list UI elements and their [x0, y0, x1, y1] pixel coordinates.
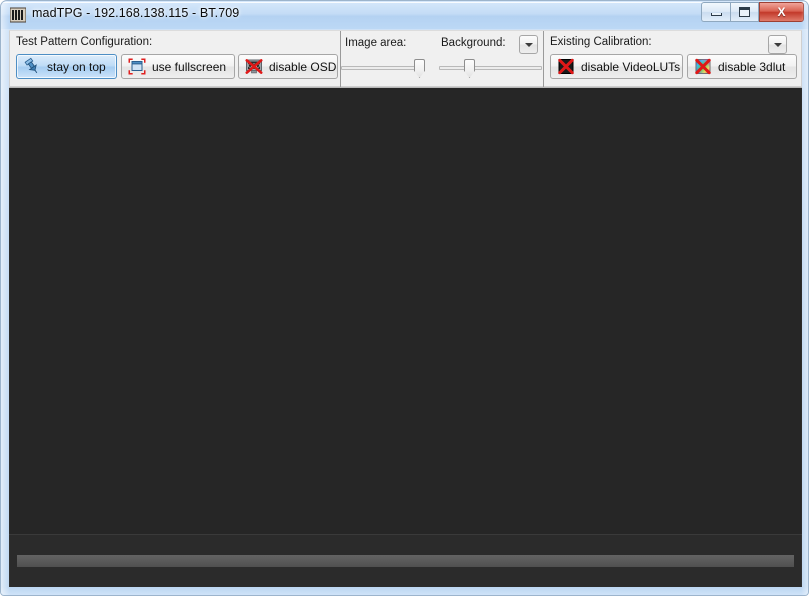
minimize-button[interactable]: [701, 2, 730, 22]
madtpg-window: madTPG - 192.168.138.115 - BT.709 X Test…: [0, 0, 809, 596]
background-slider[interactable]: [439, 58, 542, 78]
background-label: Background:: [441, 37, 506, 49]
title-bar[interactable]: madTPG - 192.168.138.115 - BT.709 X: [1, 1, 808, 29]
stay-on-top-label: stay on top: [47, 59, 106, 74]
minimize-icon: [710, 13, 722, 16]
toolbar: Test Pattern Configuration: stay on top: [9, 30, 802, 88]
background-dropdown-button[interactable]: [519, 35, 538, 54]
use-fullscreen-button[interactable]: use fullscreen: [121, 54, 235, 79]
signal-level-bar[interactable]: [17, 555, 794, 567]
osd-disabled-icon: OSD: [244, 57, 264, 76]
disable-osd-button[interactable]: OSD disable OSD: [238, 54, 338, 79]
disable-videoluts-label: disable VideoLUTs: [581, 59, 681, 74]
use-fullscreen-label: use fullscreen: [152, 59, 227, 74]
close-button[interactable]: X: [759, 2, 804, 22]
background-slider-thumb[interactable]: [464, 59, 475, 78]
image-area-slider-thumb[interactable]: [414, 59, 425, 78]
window-bottom-edge: [1, 587, 808, 595]
existing-calibration-label: Existing Calibration:: [550, 36, 652, 48]
titlebar-highlight: [2, 2, 808, 3]
madtpg-logo-icon: [10, 7, 26, 23]
test-pattern-canvas[interactable]: [9, 87, 802, 534]
pushpin-icon: [22, 57, 42, 76]
lut3d-disabled-icon: [693, 57, 713, 76]
existing-calibration-dropdown-button[interactable]: [768, 35, 787, 54]
disable-3dlut-label: disable 3dlut: [718, 59, 786, 74]
chevron-down-icon: [773, 42, 782, 47]
image-area-slider-track: [341, 66, 425, 70]
stay-on-top-button[interactable]: stay on top: [16, 54, 117, 79]
image-area-label: Image area:: [345, 37, 407, 49]
test-pattern-configuration-label: Test Pattern Configuration:: [16, 36, 153, 48]
image-area-slider[interactable]: [341, 58, 425, 78]
window-title: madTPG - 192.168.138.115 - BT.709: [32, 6, 240, 20]
background-slider-track: [439, 66, 542, 70]
videoluts-disabled-icon: [556, 57, 576, 76]
disable-osd-label: disable OSD: [269, 59, 337, 74]
fullscreen-icon: [127, 57, 147, 76]
close-icon: X: [777, 5, 786, 19]
toolbar-separator-2: [543, 31, 544, 88]
bottom-panel: [9, 534, 802, 589]
chevron-down-icon: [524, 42, 533, 47]
disable-videoluts-button[interactable]: disable VideoLUTs: [550, 54, 683, 79]
disable-3dlut-button[interactable]: disable 3dlut: [687, 54, 797, 79]
maximize-button[interactable]: [730, 2, 759, 22]
maximize-icon: [739, 7, 750, 17]
